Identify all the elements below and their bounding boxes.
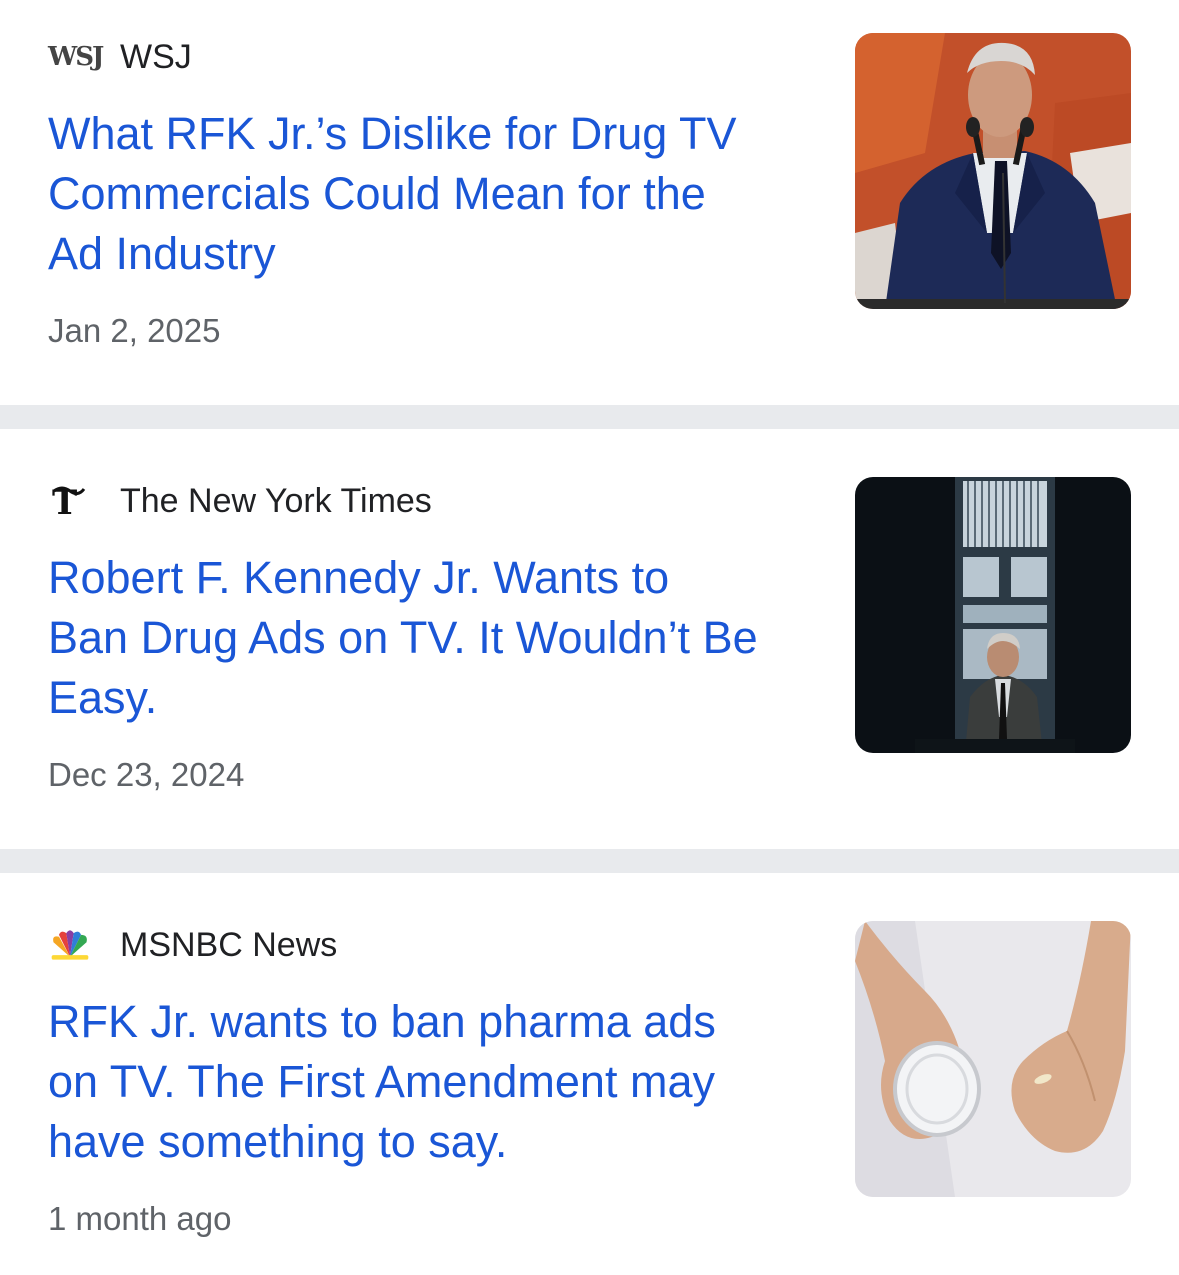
source-row: T The New York Times [48, 481, 432, 522]
rfk-by-window-photo [855, 477, 1131, 753]
rfk-speaking-at-podium-photo [855, 33, 1131, 309]
source-row: WSJ WSJ [48, 37, 192, 77]
article-card-msnbc[interactable]: MSNBC News RFK Jr. wants to ban pharma a… [0, 873, 1179, 1275]
headline-line: have something to say. [48, 1116, 508, 1167]
article-date: Dec 23, 2024 [48, 756, 245, 793]
nbc-peacock-logo-icon [48, 929, 92, 961]
headline-line: Easy. [48, 672, 158, 723]
article-headline[interactable]: What RFK Jr.’s Dislike for Drug TV Comme… [48, 104, 818, 284]
headline-line: RFK Jr. wants to ban pharma ads [48, 996, 716, 1047]
section-divider [0, 405, 1179, 429]
source-name: The New York Times [120, 481, 432, 520]
nyt-logo-icon: T [48, 483, 92, 521]
headline-line: Robert F. Kennedy Jr. Wants to [48, 552, 670, 603]
article-thumbnail[interactable] [855, 921, 1131, 1197]
source-row: MSNBC News [48, 925, 337, 965]
article-date: 1 month ago [48, 1200, 232, 1237]
headline-line: Ad Industry [48, 228, 276, 279]
article-thumbnail[interactable] [855, 33, 1131, 309]
headline-line: What RFK Jr.’s Dislike for Drug TV [48, 108, 737, 159]
article-headline[interactable]: Robert F. Kennedy Jr. Wants to Ban Drug … [48, 548, 818, 728]
news-feed: WSJ WSJ What RFK Jr.’s Dislike for Drug … [0, 0, 1179, 1275]
source-name: WSJ [120, 37, 192, 76]
source-name: MSNBC News [120, 925, 338, 964]
section-divider [0, 849, 1179, 873]
article-headline[interactable]: RFK Jr. wants to ban pharma ads on TV. T… [48, 992, 818, 1172]
article-card-nyt[interactable]: T The New York Times Robert F. Kennedy J… [0, 429, 1179, 849]
article-thumbnail[interactable] [855, 477, 1131, 753]
headline-line: on TV. The First Amendment may [48, 1056, 715, 1107]
article-date: Jan 2, 2025 [48, 312, 221, 349]
headline-line: Ban Drug Ads on TV. It Wouldn’t Be [48, 612, 758, 663]
article-card-wsj[interactable]: WSJ WSJ What RFK Jr.’s Dislike for Drug … [0, 0, 1179, 405]
hands-holding-glass-and-pill-photo [855, 921, 1131, 1197]
headline-line: Commercials Could Mean for the [48, 168, 706, 219]
wsj-logo-icon: WSJ [48, 42, 104, 72]
